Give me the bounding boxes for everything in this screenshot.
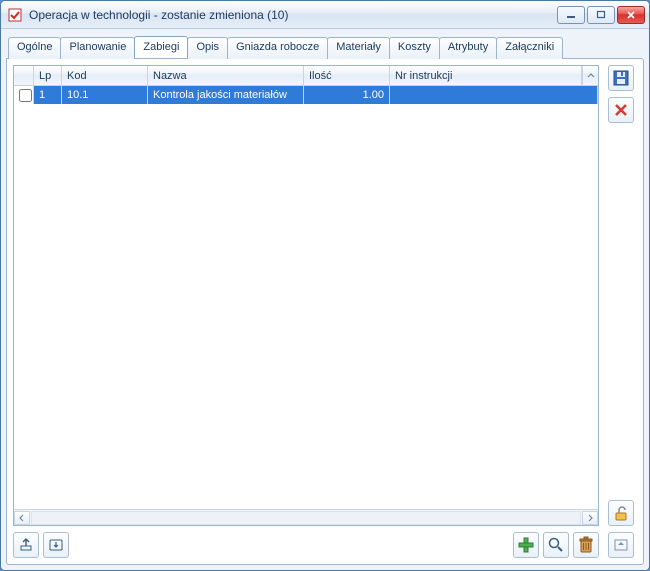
cell-instr [390, 86, 598, 104]
column-lp[interactable]: Lp [34, 66, 62, 85]
scroll-right-button[interactable] [582, 511, 598, 525]
cancel-button[interactable] [608, 97, 634, 123]
import-button[interactable] [43, 532, 69, 558]
delete-button[interactable] [573, 532, 599, 558]
add-button[interactable] [513, 532, 539, 558]
window-buttons [557, 6, 645, 24]
tab-opis[interactable]: Opis [187, 37, 228, 59]
cell-kod: 10.1 [62, 86, 148, 104]
app-window: Operacja w technologii - zostanie zmieni… [0, 0, 650, 571]
cell-nazwa: Kontrola jakości materiałów [148, 86, 304, 104]
tab-gniazda[interactable]: Gniazda robocze [227, 37, 328, 59]
row-checkbox[interactable] [19, 89, 32, 102]
column-checkbox[interactable] [14, 66, 34, 85]
side-toolbar [605, 65, 637, 558]
floppy-icon [612, 69, 630, 87]
scroll-track[interactable] [31, 511, 581, 525]
minimize-icon [566, 11, 576, 19]
tab-zabiegi[interactable]: Zabiegi [134, 36, 188, 58]
collapse-icon [613, 538, 629, 552]
import-icon [48, 537, 64, 553]
chevron-right-icon [587, 514, 593, 522]
plus-icon [517, 536, 535, 554]
data-grid[interactable]: Lp Kod Nazwa Ilość Nr instrukcji [13, 65, 599, 526]
x-icon [613, 102, 629, 118]
app-icon [7, 7, 23, 23]
tab-materialy[interactable]: Materiały [327, 37, 390, 59]
tab-atrybuty[interactable]: Atrybuty [439, 37, 497, 59]
column-kod[interactable]: Kod [62, 66, 148, 85]
trash-icon [578, 536, 594, 554]
cell-lp: 1 [34, 86, 62, 104]
tab-bar: Ogólne Planowanie Zabiegi Opis Gniazda r… [8, 36, 644, 58]
close-icon [626, 10, 636, 20]
export-button[interactable] [13, 532, 39, 558]
grid-body[interactable]: 1 10.1 Kontrola jakości materiałów 1.00 [14, 86, 598, 509]
horizontal-scrollbar[interactable] [14, 509, 598, 525]
close-button[interactable] [617, 6, 645, 24]
scroll-up-button[interactable] [582, 66, 598, 85]
lock-button[interactable] [608, 500, 634, 526]
tab-koszty[interactable]: Koszty [389, 37, 440, 59]
cell-ilosc: 1.00 [304, 86, 390, 104]
column-instrukcja[interactable]: Nr instrukcji [390, 66, 582, 85]
tab-panel: Lp Kod Nazwa Ilość Nr instrukcji [6, 58, 644, 565]
grid-header: Lp Kod Nazwa Ilość Nr instrukcji [14, 66, 598, 86]
column-ilosc[interactable]: Ilość [304, 66, 390, 85]
table-row[interactable]: 1 10.1 Kontrola jakości materiałów 1.00 [14, 86, 598, 104]
chevron-up-icon [587, 72, 595, 80]
collapse-button[interactable] [608, 532, 634, 558]
save-button[interactable] [608, 65, 634, 91]
window-title: Operacja w technologii - zostanie zmieni… [29, 8, 557, 22]
column-nazwa[interactable]: Nazwa [148, 66, 304, 85]
tab-ogolne[interactable]: Ogólne [8, 37, 61, 59]
minimize-button[interactable] [557, 6, 585, 24]
chevron-left-icon [19, 514, 25, 522]
row-checkbox-cell[interactable] [14, 86, 34, 104]
tab-planowanie[interactable]: Planowanie [60, 37, 135, 59]
bottom-toolbar [13, 532, 599, 558]
main-column: Lp Kod Nazwa Ilość Nr instrukcji [13, 65, 599, 558]
content-area: Ogólne Planowanie Zabiegi Opis Gniazda r… [1, 29, 649, 570]
padlock-open-icon [613, 505, 629, 521]
titlebar[interactable]: Operacja w technologii - zostanie zmieni… [1, 1, 649, 29]
scroll-left-button[interactable] [14, 511, 30, 525]
magnifier-icon [547, 536, 565, 554]
maximize-icon [596, 10, 606, 19]
export-icon [18, 537, 34, 553]
maximize-button[interactable] [587, 6, 615, 24]
view-button[interactable] [543, 532, 569, 558]
tab-zalaczniki[interactable]: Załączniki [496, 37, 563, 59]
